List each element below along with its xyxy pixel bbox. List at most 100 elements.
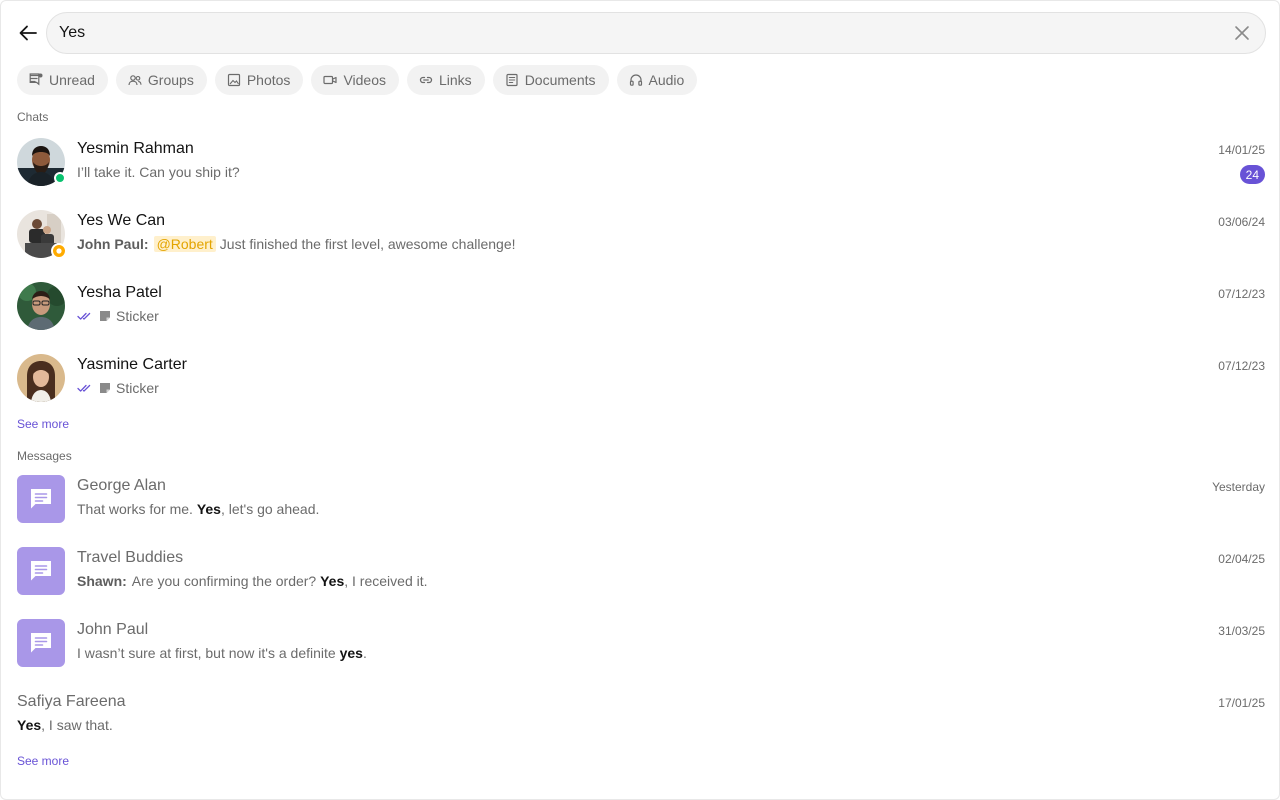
message-tile [17, 547, 65, 595]
chat-name: Yesmin Rahman [77, 140, 194, 157]
message-row[interactable]: George Alan That works for me. Yes, let'… [1, 475, 1280, 547]
filter-chip-links[interactable]: Links [407, 65, 485, 95]
message-chat-name: John Paul [77, 621, 149, 638]
snippet-text: I wasn’t sure at first, but now it's a d… [77, 645, 340, 661]
filter-chip-label: Documents [524, 72, 596, 88]
filter-chips: Unread Groups Photos Videos Links Docume… [17, 65, 698, 95]
filter-chip-label: Links [439, 72, 472, 88]
avatar [17, 210, 67, 259]
clear-search-button[interactable] [1233, 24, 1251, 42]
chat-name: Yes We Can [77, 212, 166, 229]
message-row[interactable]: Travel Buddies Shawn: Are you confirming … [1, 547, 1280, 619]
snippet-text: , let's go ahead. [220, 501, 320, 517]
filter-chip-photos[interactable]: Photos [214, 65, 304, 95]
photo-icon [227, 73, 240, 87]
last-message-text: Sticker [116, 308, 159, 324]
filter-chip-documents[interactable]: Documents [492, 65, 609, 95]
avatar [17, 138, 66, 186]
chat-name: Yesha Patel [77, 284, 162, 301]
chat-date: 07/12/23 [1218, 359, 1265, 373]
search-field[interactable] [46, 12, 1266, 54]
avatar [17, 282, 65, 330]
group-star-icon [56, 248, 62, 254]
messages-section-title: Messages [17, 449, 72, 463]
chats-section-title: Chats [17, 110, 49, 124]
search-match: Yes [196, 501, 221, 517]
chat-bubble-icon [31, 633, 51, 653]
arrow-left-icon [19, 25, 37, 41]
filter-chip-audio[interactable]: Audio [616, 65, 698, 95]
search-screen: Unread Groups Photos Videos Links Docume… [0, 0, 1280, 800]
message-date: 02/04/25 [1218, 552, 1265, 566]
online-status-indicator [54, 172, 66, 184]
headphones-icon [629, 74, 642, 86]
filter-chip-label: Audio [648, 72, 685, 88]
message-sender: John Paul: [77, 236, 149, 252]
see-more-chats-link[interactable]: See more [17, 417, 69, 431]
last-message-text: Just finished the first level, awesome c… [219, 236, 516, 252]
chat-bubble-icon [31, 489, 51, 509]
back-button[interactable] [15, 20, 41, 46]
chat-date: 14/01/25 [1218, 143, 1265, 157]
message-snippet: I wasn’t sure at first, but now it's a d… [77, 645, 367, 661]
search-match: yes [339, 645, 363, 661]
read-receipt-icon [77, 312, 91, 320]
message-tile [17, 475, 65, 523]
snippet-text: , I saw that. [41, 717, 113, 733]
message-row[interactable]: Safiya Fareena Yes, I saw that. 17/01/25 [1, 691, 1280, 741]
search-match: Yes [17, 717, 42, 733]
avatar [17, 354, 65, 402]
last-message: I’ll take it. Can you ship it? [77, 164, 240, 180]
message-snippet: Yes, I saw that. [17, 717, 113, 733]
mention-tag[interactable]: @Robert [153, 236, 216, 252]
message-chat-name: Travel Buddies [77, 549, 184, 566]
group-badge [51, 243, 67, 259]
message-date: 17/01/25 [1218, 696, 1265, 710]
search-match: Yes [320, 573, 345, 589]
unread-icon [29, 73, 43, 86]
snippet-text: , I received it. [344, 573, 428, 589]
avatar-image [17, 354, 65, 402]
last-message: John Paul: @Robert Just finished the first… [77, 236, 516, 252]
snippet-text: That works for me. [77, 501, 197, 517]
video-icon [323, 75, 338, 85]
see-more-messages-link[interactable]: See more [17, 754, 69, 768]
message-snippet: Shawn: Are you confirming the order? Yes,… [77, 573, 428, 589]
last-message: Sticker [77, 380, 159, 396]
message-chat-name: Safiya Fareena [17, 693, 126, 710]
message-sender: Shawn: [77, 573, 127, 589]
chat-row[interactable]: Yesmin Rahman I’ll take it. Can you ship… [1, 138, 1280, 210]
chat-date: 07/12/23 [1218, 287, 1265, 301]
unread-count-badge: 24 [1239, 165, 1265, 184]
link-icon [419, 76, 433, 84]
message-date: Yesterday [1212, 480, 1265, 494]
avatar-image [17, 282, 65, 330]
message-snippet: That works for me. Yes, let's go ahead. [77, 501, 319, 517]
close-icon [1235, 26, 1249, 40]
filter-chip-groups[interactable]: Groups [115, 65, 207, 95]
search-input[interactable] [59, 13, 1209, 53]
chat-row[interactable]: Yasmine Carter Sticker 07/12/23 [1, 354, 1280, 426]
groups-icon [128, 75, 142, 86]
last-message-text: Sticker [116, 380, 159, 396]
last-message-text: I’ll take it. Can you ship it? [77, 164, 240, 180]
filter-chip-label: Photos [246, 72, 291, 88]
chat-bubble-icon [31, 561, 51, 581]
message-date: 31/03/25 [1218, 624, 1265, 638]
search-header [1, 11, 1280, 55]
message-chat-name: George Alan [77, 477, 166, 494]
filter-chip-videos[interactable]: Videos [311, 65, 399, 95]
sticker-icon [100, 383, 110, 393]
chat-date: 03/06/24 [1218, 215, 1265, 229]
snippet-text: . [362, 645, 367, 661]
filter-chip-label: Groups [147, 72, 194, 88]
chat-row[interactable]: Yes We Can John Paul: @Robert Just finishe… [1, 210, 1280, 282]
message-row[interactable]: John Paul I wasn’t sure at first, but no… [1, 619, 1280, 691]
snippet-text: Are you confirming the order? [131, 573, 321, 589]
chat-name: Yasmine Carter [77, 356, 187, 373]
filter-chip-unread[interactable]: Unread [17, 65, 108, 95]
last-message: Sticker [77, 308, 159, 324]
message-tile [17, 619, 65, 667]
sticker-icon [100, 311, 110, 321]
chat-row[interactable]: Yesha Patel Sticker 07/12/23 [1, 282, 1280, 354]
